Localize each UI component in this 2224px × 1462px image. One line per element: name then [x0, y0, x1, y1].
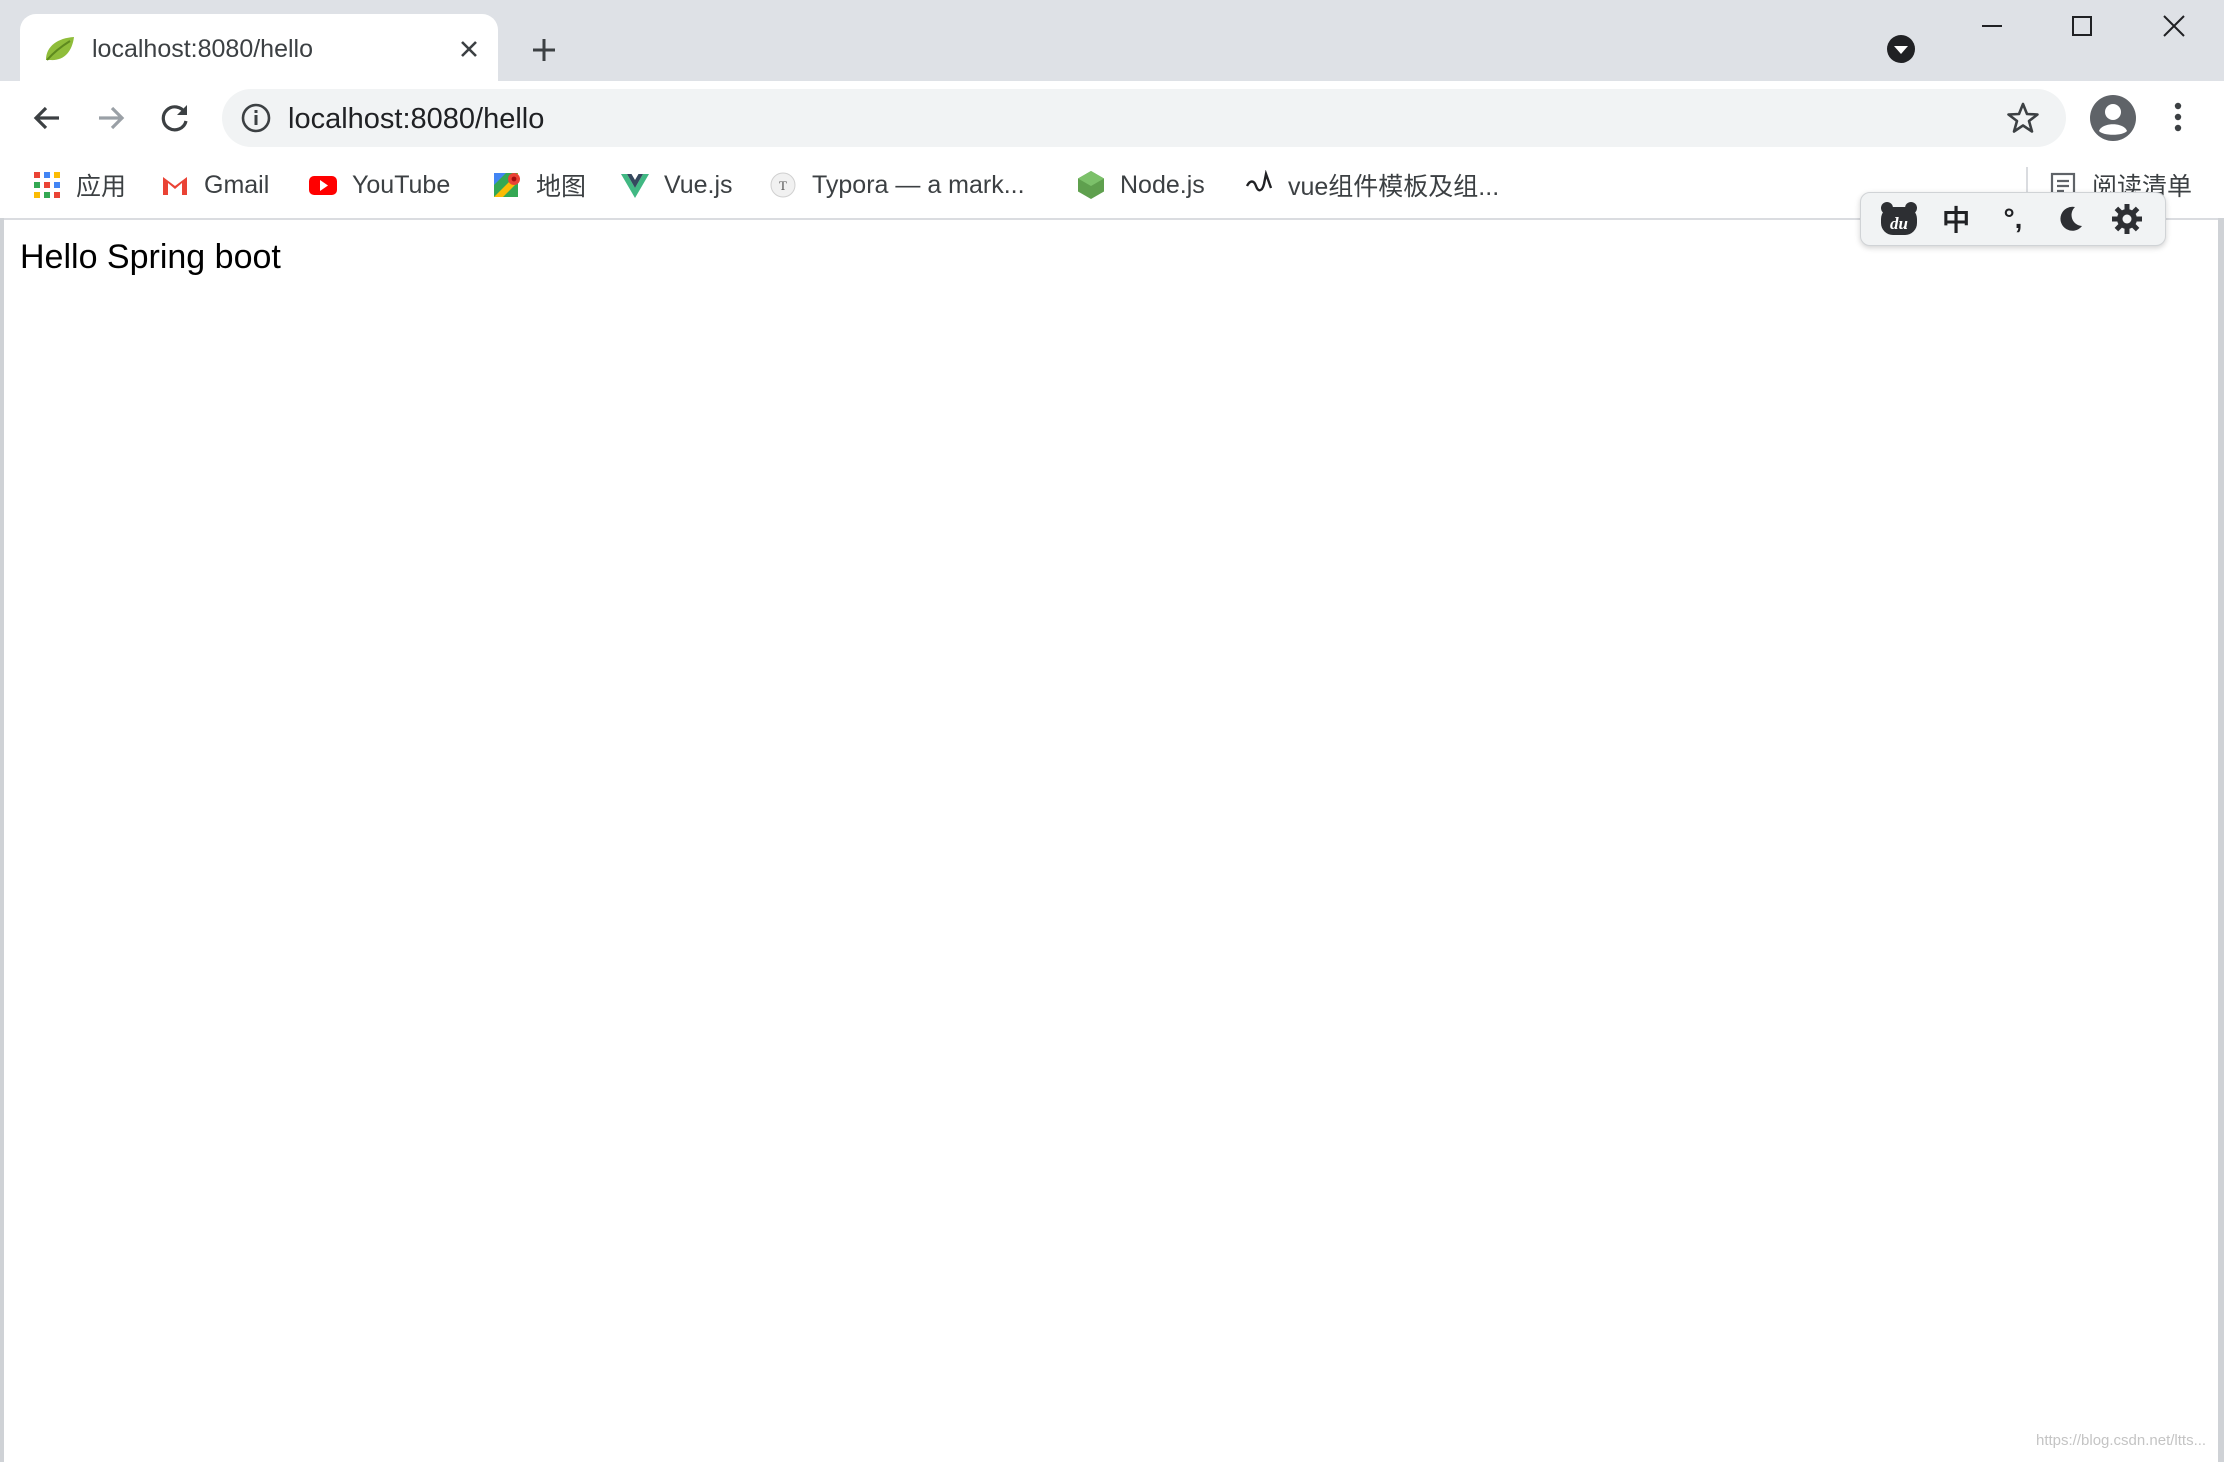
reload-button[interactable] [152, 95, 198, 141]
minimize-button[interactable] [1962, 6, 2022, 46]
window-border-left [0, 218, 4, 1462]
tab-close-button[interactable] [452, 32, 486, 66]
bookmark-label: Node.js [1120, 170, 1205, 199]
settings-button[interactable] [2105, 199, 2149, 239]
watermark-text: https://blog.csdn.net/ltts... [2036, 1432, 2207, 1449]
maximize-icon [2072, 16, 2092, 36]
info-icon[interactable] [240, 102, 272, 134]
bookmark-gmail[interactable]: Gmail [160, 165, 269, 205]
page-content: Hello Spring boot [0, 220, 2224, 1462]
more-vert-icon [2174, 102, 2182, 132]
forward-button[interactable] [88, 95, 134, 141]
arrow-right-icon [99, 106, 125, 130]
input-method-toolbar: du 中 °, [1860, 192, 2166, 246]
browser-window: localhost:8080/hello localhost:8080/hell… [0, 0, 2224, 1462]
maximize-button[interactable] [2052, 6, 2112, 46]
browser-menu-button[interactable] [2158, 97, 2198, 137]
gear-icon [2111, 204, 2142, 234]
typora-icon: T [770, 172, 796, 198]
maps-icon [494, 173, 520, 197]
url-text[interactable]: localhost:8080/hello [288, 103, 544, 135]
browser-toolbar: localhost:8080/hello [0, 81, 2224, 155]
active-tab[interactable]: localhost:8080/hello [20, 14, 498, 81]
bookmark-vue-components[interactable]: vue组件模板及组... [1244, 165, 1499, 205]
bookmark-label: Typora — a mark... [812, 170, 1025, 199]
bookmark-label: YouTube [352, 170, 451, 199]
spring-leaf-icon [46, 37, 74, 61]
bookmark-label: vue组件模板及组... [1288, 173, 1500, 201]
bookmark-nodejs[interactable]: Node.js [1076, 165, 1205, 205]
close-icon [461, 41, 477, 57]
tab-title: localhost:8080/hello [92, 35, 313, 63]
bookmark-youtube[interactable]: YouTube [308, 165, 450, 205]
window-border-right [2218, 218, 2224, 1462]
bookmark-label: 应用 [76, 173, 127, 201]
vue-icon [621, 174, 649, 198]
address-bar[interactable]: localhost:8080/hello [222, 89, 2066, 147]
bookmark-typora[interactable]: T Typora — a mark... [768, 165, 1025, 205]
plus-icon [533, 39, 555, 61]
gmail-icon [163, 177, 187, 195]
arrow-left-icon [33, 106, 59, 130]
bookmark-label: Vue.js [664, 170, 733, 199]
bookmark-maps[interactable]: 地图 [492, 165, 586, 205]
moon-icon [2060, 206, 2082, 231]
back-button[interactable] [24, 95, 70, 141]
nodejs-icon [1078, 171, 1104, 199]
night-mode-button[interactable] [2048, 199, 2092, 239]
tab-strip: localhost:8080/hello [0, 0, 2224, 81]
reload-icon [161, 105, 188, 132]
baidu-paw-button[interactable]: du [1877, 199, 1921, 239]
star-icon[interactable] [2006, 101, 2040, 135]
link-icon [1245, 170, 1273, 192]
bookmark-label: Gmail [204, 170, 270, 199]
bookmark-apps[interactable]: 应用 [32, 165, 126, 205]
bookmark-label: 地图 [536, 173, 587, 201]
apps-grid-icon [34, 172, 60, 198]
profile-avatar-icon[interactable] [2088, 93, 2138, 143]
bookmark-vue[interactable]: Vue.js [620, 165, 733, 205]
svg-text:T: T [779, 178, 787, 193]
language-toggle[interactable]: 中 [1934, 199, 1978, 239]
baidu-paw-icon: du [1881, 202, 1918, 235]
window-close-button[interactable] [2144, 6, 2204, 46]
svg-text:du: du [1890, 214, 1908, 233]
tab-search-icon[interactable] [1884, 32, 1918, 66]
close-icon [2163, 15, 2185, 37]
new-tab-button[interactable] [524, 30, 564, 70]
page-text: Hello Spring boot [20, 238, 281, 276]
youtube-icon [309, 176, 337, 195]
punctuation-toggle[interactable]: °, [1991, 199, 2035, 239]
minimize-icon [1982, 25, 2002, 27]
